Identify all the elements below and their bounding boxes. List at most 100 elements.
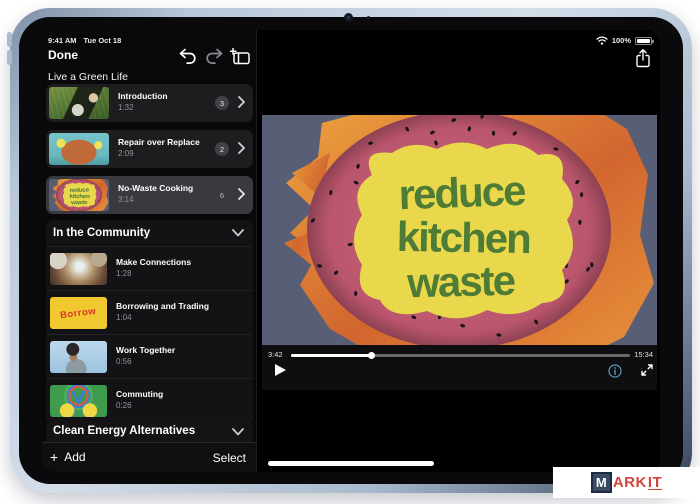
ipad-screen: 9:41 AM Tue Oct 18 Done: [42, 30, 660, 472]
add-clip-icon: [230, 48, 251, 65]
clip-row-work-together[interactable]: Work Together 0:56: [46, 334, 253, 378]
borrow-thumbnail-text: Borrow: [60, 305, 97, 320]
undo-button[interactable]: [178, 48, 198, 65]
section-in-the-community: In the Community Make Connections 1:28: [46, 220, 253, 422]
thumbnail-no-waste-cooking: reduce kitchen waste: [49, 179, 109, 211]
status-date: Tue Oct 18: [83, 36, 121, 45]
chevron-down-icon: [232, 229, 244, 237]
chevron-right-icon: [238, 188, 245, 200]
thumbnail-work-together: [50, 341, 107, 373]
scrubber-row: 3:42 15:34: [262, 349, 657, 361]
select-button[interactable]: Select: [213, 451, 246, 465]
clip-row-commuting[interactable]: Commuting 0:26: [46, 378, 253, 422]
undo-icon: [178, 48, 198, 65]
clip-duration: 1:28: [116, 269, 191, 278]
video-frame-reduce-kitchen-waste: reduce kitchen waste: [262, 115, 657, 345]
clip-duration: 0:26: [116, 401, 163, 410]
clip-text: Make Connections 1:28: [116, 257, 191, 278]
fullscreen-button[interactable]: [640, 363, 654, 377]
main-area: 100% r: [257, 30, 660, 472]
volume-up-button: [7, 32, 12, 47]
svg-text:reduce: reduce: [70, 187, 90, 194]
total-time: 15:34: [634, 350, 653, 359]
chapter-title: Introduction: [118, 91, 168, 101]
chapter-text: No-Waste Cooking 3:14: [118, 183, 193, 204]
chevron-right-icon: [238, 96, 245, 108]
watermark-text-underlined: IT: [648, 474, 662, 491]
clip-title: Make Connections: [116, 257, 191, 267]
clip-title: Work Together: [116, 345, 175, 355]
thumbnail-repair-over-replace: [49, 133, 109, 165]
plus-icon: +: [50, 451, 58, 463]
expand-icon: [640, 363, 654, 377]
markit-watermark: M ARK IT: [553, 467, 700, 498]
chevron-down-icon: [232, 428, 244, 436]
play-button[interactable]: [275, 364, 286, 376]
video-player[interactable]: reduce kitchen waste 3:42 15:34: [262, 115, 657, 390]
status-bar-right: 100%: [596, 36, 652, 45]
watermark-text: ARK: [613, 474, 647, 491]
battery-percent: 100%: [612, 36, 631, 45]
chapter-row-repair-over-replace[interactable]: Repair over Replace 2:09 2: [46, 130, 253, 168]
playhead-handle[interactable]: [368, 352, 375, 359]
clip-row-make-connections[interactable]: Make Connections 1:28: [46, 246, 253, 290]
thumbnail-make-connections: [50, 253, 107, 285]
clip-count-badge: 3: [215, 96, 229, 110]
chapter-text: Introduction 1:32: [118, 91, 168, 112]
add-label: Add: [64, 450, 85, 464]
wifi-icon: [596, 36, 608, 45]
home-indicator[interactable]: [268, 461, 434, 466]
thumbnail-borrowing-and-trading: Borrow: [50, 297, 107, 329]
share-icon: [635, 49, 651, 68]
current-time: 3:42: [268, 350, 283, 359]
front-camera: [344, 13, 353, 22]
chapter-duration: 1:32: [118, 103, 168, 112]
watermark-m-logo: M: [591, 472, 612, 493]
ipad-device-frame: 9:41 AM Tue Oct 18 Done: [10, 8, 692, 493]
clip-text: Borrowing and Trading 1:04: [116, 301, 209, 322]
clip-row-borrowing-and-trading[interactable]: Borrow Borrowing and Trading 1:04: [46, 290, 253, 334]
chapter-row-no-waste-cooking-selected[interactable]: reduce kitchen waste No-Waste Cooking 3:…: [46, 176, 253, 214]
status-time: 9:41 AM: [48, 36, 76, 45]
clip-count-badge: 6: [215, 188, 229, 202]
section-title: In the Community: [53, 227, 150, 239]
info-button[interactable]: [608, 364, 622, 378]
add-button[interactable]: + Add: [50, 450, 86, 464]
chapter-duration: 2:09: [118, 149, 200, 158]
clip-duration: 0:56: [116, 357, 175, 366]
thumbnail-commuting: [50, 385, 107, 417]
svg-text:waste: waste: [406, 257, 516, 307]
sidebar-footer: + Add Select: [42, 442, 256, 472]
battery-icon: [635, 37, 652, 45]
chapter-title: Repair over Replace: [118, 137, 200, 147]
status-bar-left: 9:41 AM Tue Oct 18: [48, 36, 121, 45]
done-button[interactable]: Done: [48, 48, 78, 62]
clip-text: Commuting 0:26: [116, 389, 163, 410]
section-header-in-the-community[interactable]: In the Community: [46, 220, 253, 246]
svg-text:waste: waste: [70, 199, 88, 206]
project-title: Live a Green Life: [48, 71, 128, 83]
chapter-text: Repair over Replace 2:09: [118, 137, 200, 158]
section-header-clean-energy-alternatives[interactable]: Clean Energy Alternatives: [46, 420, 253, 444]
svg-text:reduce: reduce: [398, 167, 526, 218]
clip-duration: 1:04: [116, 313, 209, 322]
scrubber-progress: [291, 354, 371, 357]
screenshot-stage: 9:41 AM Tue Oct 18 Done: [0, 0, 700, 504]
clip-title: Commuting: [116, 389, 163, 399]
thumbnail-introduction: [49, 87, 109, 119]
volume-down-button: [7, 50, 12, 65]
clip-title: Borrowing and Trading: [116, 301, 209, 311]
chapter-duration: 3:14: [118, 195, 193, 204]
add-to-timeline-button[interactable]: [230, 48, 250, 65]
info-icon: [608, 364, 622, 378]
scrubber-track[interactable]: [291, 354, 630, 357]
clip-text: Work Together 0:56: [116, 345, 175, 366]
chapter-row-introduction[interactable]: Introduction 1:32 3: [46, 84, 253, 122]
chapter-title: No-Waste Cooking: [118, 183, 193, 193]
share-button[interactable]: [635, 49, 651, 68]
sidebar: 9:41 AM Tue Oct 18 Done: [42, 30, 257, 472]
chevron-right-icon: [238, 142, 245, 154]
svg-text:kitchen: kitchen: [396, 213, 530, 262]
section-title: Clean Energy Alternatives: [53, 425, 195, 437]
redo-button[interactable]: [204, 48, 224, 65]
